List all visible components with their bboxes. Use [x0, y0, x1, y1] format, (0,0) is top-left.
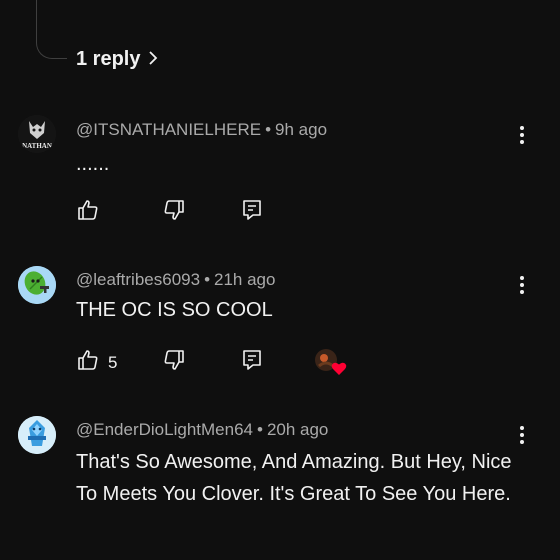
avatar[interactable]	[18, 266, 56, 304]
reply-button[interactable]	[240, 198, 264, 227]
thread-connector-line	[36, 0, 67, 59]
comment-time[interactable]: 9h ago	[275, 120, 327, 139]
like-icon	[76, 348, 100, 377]
comment-actions	[0, 198, 560, 228]
creator-heart-icon	[314, 348, 348, 378]
comment-text: THE OC IS SO COOL	[76, 299, 273, 321]
like-count: 5	[108, 352, 118, 372]
more-vert-icon[interactable]	[512, 273, 532, 297]
comment-text: ......	[76, 153, 110, 175]
avatar-image	[18, 266, 56, 304]
like-button[interactable]	[76, 198, 100, 227]
meta-separator: •	[204, 270, 211, 289]
avatar-image	[18, 416, 56, 454]
comment-meta: @EnderDioLightMen64 • 20h ago	[76, 420, 328, 440]
avatar[interactable]	[18, 416, 56, 454]
dislike-icon	[162, 198, 186, 227]
comment-author[interactable]: @leaftribes6093	[76, 270, 200, 289]
reply-icon	[240, 348, 264, 377]
dislike-button[interactable]	[162, 198, 186, 227]
comment-time[interactable]: 21h ago	[214, 270, 275, 289]
comment-author[interactable]: @ITSNATHANIELHERE	[76, 120, 261, 139]
meta-separator: •	[256, 420, 263, 439]
more-vert-icon[interactable]	[512, 423, 532, 447]
comment-actions: 5	[0, 348, 560, 378]
more-vert-icon[interactable]	[512, 123, 532, 147]
dislike-icon	[162, 348, 186, 377]
avatar[interactable]: NATHAN	[18, 115, 56, 153]
comment-meta: @leaftribes6093 • 21h ago	[76, 270, 275, 290]
like-icon	[76, 198, 100, 227]
comment-text: That's So Awesome, And Amazing. But Hey,…	[76, 451, 512, 505]
like-button[interactable]: 5	[76, 348, 117, 377]
comment-author[interactable]: @EnderDioLightMen64	[76, 420, 253, 439]
meta-separator: •	[265, 120, 272, 139]
comment-time[interactable]: 20h ago	[267, 420, 328, 439]
replies-toggle-label: 1 reply	[76, 48, 141, 70]
avatar-caption: NATHAN	[22, 142, 52, 150]
reply-button[interactable]	[240, 348, 264, 377]
chevron-right-icon	[146, 48, 160, 71]
dislike-button[interactable]	[162, 348, 186, 377]
comment-meta: @ITSNATHANIELHERE • 9h ago	[76, 120, 327, 140]
reply-icon	[240, 198, 264, 227]
replies-toggle[interactable]: 1 reply	[76, 48, 160, 71]
